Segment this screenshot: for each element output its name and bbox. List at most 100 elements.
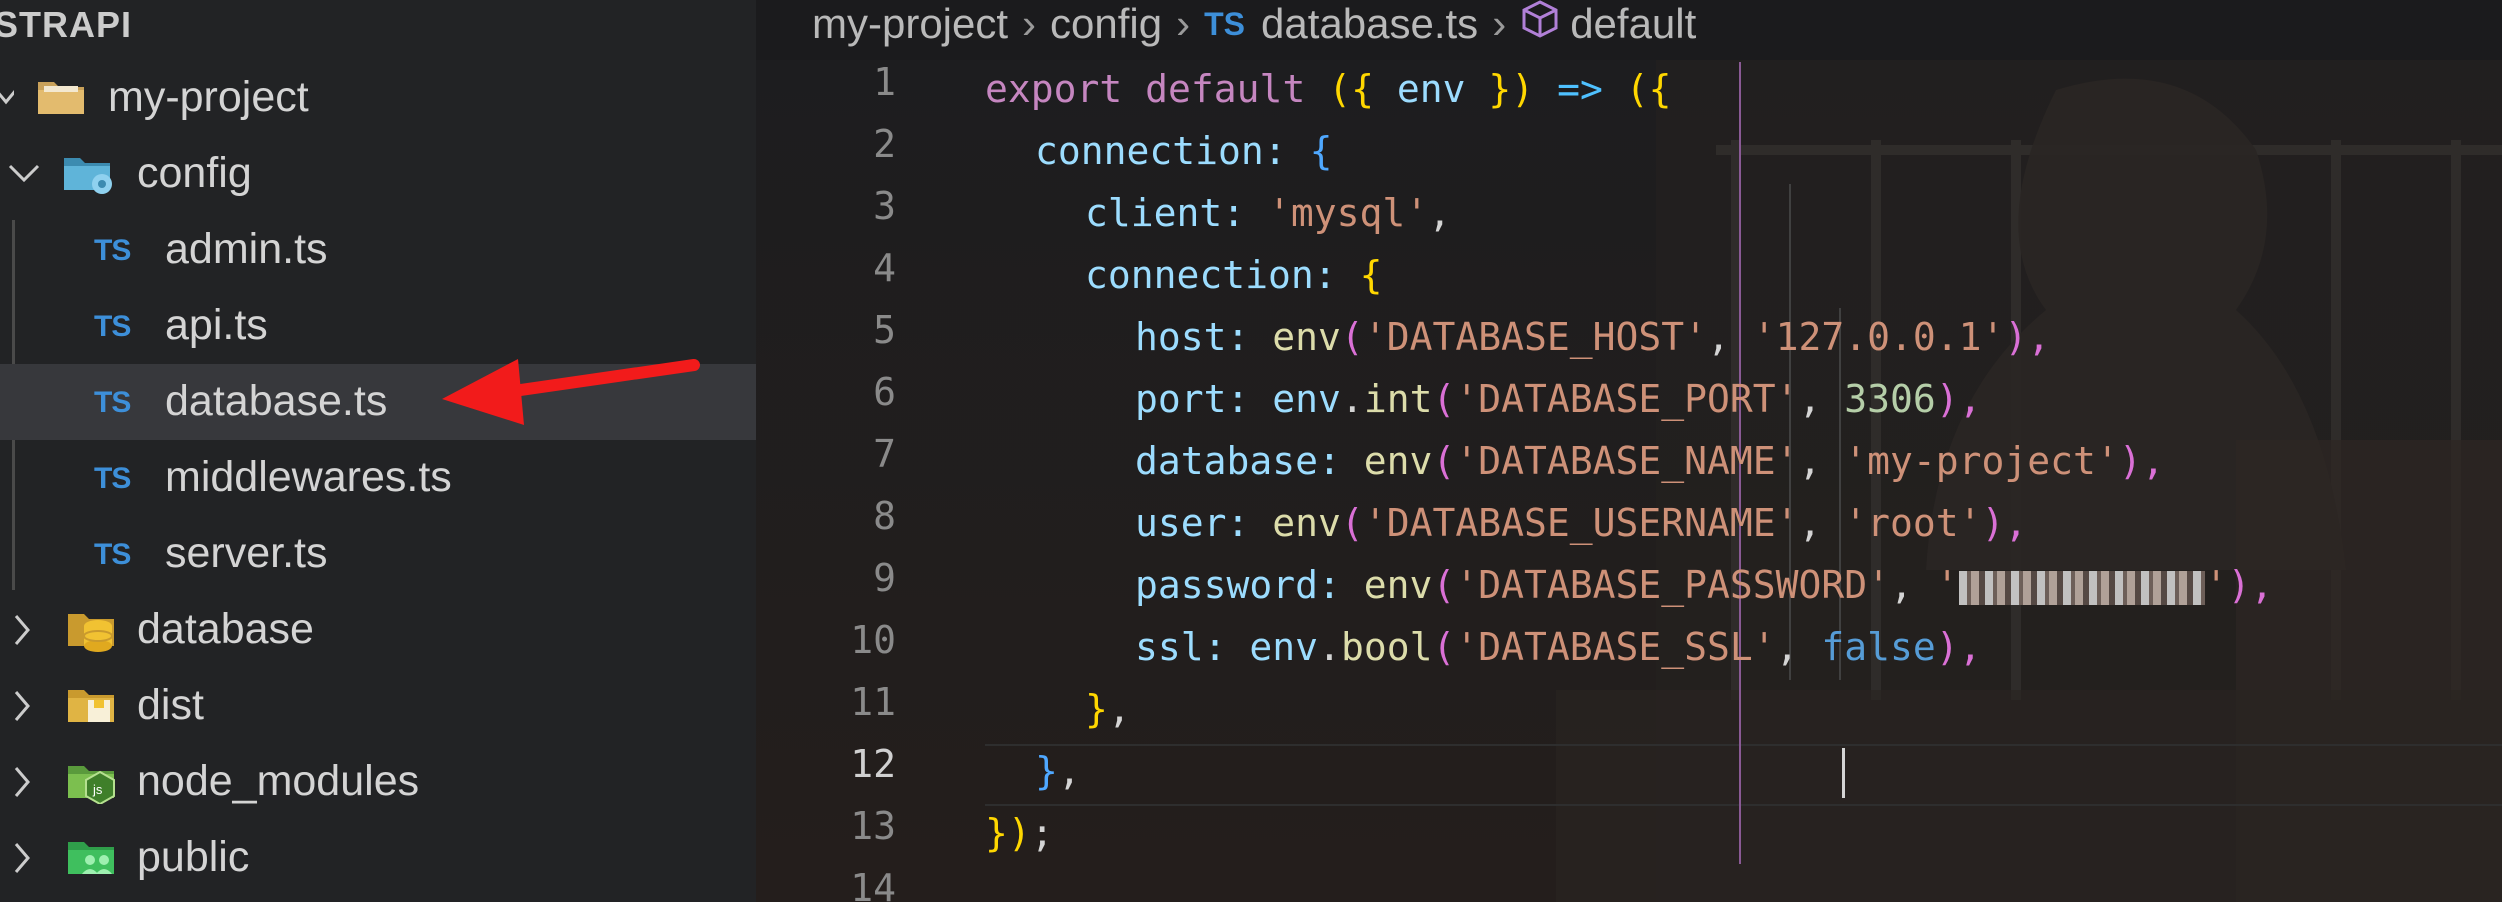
- line-number: 5: [873, 308, 896, 352]
- line-number: 7: [873, 432, 896, 476]
- number-literal: 3306: [1844, 377, 1936, 421]
- line-number: 2: [873, 122, 896, 166]
- function-call: env: [1363, 439, 1433, 483]
- punctuation: ,: [1428, 191, 1452, 235]
- string-literal: 'DATABASE_HOST': [1363, 315, 1707, 359]
- chevron-right-icon: [12, 842, 32, 874]
- tree-item-label: api.ts: [165, 301, 268, 349]
- punctuation: ,: [1798, 439, 1822, 483]
- tree-item-middlewares-ts[interactable]: TS middlewares.ts: [0, 440, 756, 516]
- folder-dist-icon: [66, 682, 118, 733]
- parameter: env: [1396, 67, 1466, 111]
- line-number: 4: [873, 246, 896, 290]
- property-key: ssl:: [1135, 625, 1227, 669]
- tree-item-server-ts[interactable]: TS server.ts: [0, 516, 756, 592]
- code-line[interactable]: client: 'mysql',: [1085, 182, 1451, 244]
- tree-item-node-modules[interactable]: js node_modules: [0, 744, 756, 820]
- chevron-right-icon: ›: [1022, 0, 1037, 47]
- code-line[interactable]: },: [1085, 678, 1131, 740]
- bracket: ),: [1935, 625, 1982, 669]
- bracket: (: [1340, 501, 1364, 545]
- breadcrumb-item-file[interactable]: database.ts: [1261, 0, 1478, 48]
- string-literal: 'DATABASE_NAME': [1455, 439, 1799, 483]
- string-quote: ': [2204, 563, 2228, 607]
- keyword: export: [985, 67, 1123, 111]
- bracket: (: [1340, 315, 1364, 359]
- chevron-down-icon: [0, 82, 14, 112]
- symbol-cube-icon: [1520, 0, 1560, 49]
- breadcrumb-item-project[interactable]: my-project: [812, 0, 1008, 48]
- folder-config-icon: [62, 150, 116, 201]
- bracket: ),: [1981, 501, 2028, 545]
- code-line[interactable]: });: [985, 802, 1054, 864]
- line-number: 8: [873, 494, 896, 538]
- typescript-icon: TS: [94, 234, 131, 267]
- code-line[interactable]: ssl: env.bool('DATABASE_SSL', false),: [1135, 616, 1982, 678]
- punctuation: ,: [1798, 377, 1822, 421]
- tree-item-label: public: [137, 833, 250, 881]
- bracket: ),: [1935, 377, 1982, 421]
- redacted-password: [1958, 570, 2205, 605]
- typescript-icon: TS: [1204, 5, 1246, 42]
- line-number-active: 12: [850, 742, 896, 786]
- file-explorer: STRAPI my-project config TS admin.ts TS …: [0, 0, 756, 902]
- bracket: (: [1432, 439, 1456, 483]
- line-number: 11: [850, 680, 896, 724]
- string-literal: 'mysql': [1268, 191, 1429, 235]
- tree-item-label: admin.ts: [165, 225, 328, 273]
- string-literal: 'root': [1844, 501, 1982, 545]
- string-literal: 'DATABASE_SSL': [1455, 625, 1776, 669]
- tree-item-label: node_modules: [137, 757, 420, 805]
- code-line[interactable]: connection: {: [1035, 120, 1332, 182]
- typescript-icon: TS: [94, 386, 131, 419]
- property-key: password:: [1135, 563, 1341, 607]
- chevron-right-icon: [12, 614, 32, 646]
- tree-item-dist[interactable]: dist: [0, 668, 756, 744]
- bracket: }): [985, 811, 1031, 855]
- tree-item-public[interactable]: public: [0, 820, 756, 896]
- object-ref: env: [1249, 625, 1319, 669]
- code-line[interactable]: host: env('DATABASE_HOST', '127.0.0.1'),: [1135, 306, 2050, 368]
- property-key: host:: [1135, 315, 1250, 359]
- punctuation: ;: [1030, 811, 1054, 855]
- breadcrumb-item-config[interactable]: config: [1050, 0, 1162, 48]
- object-ref: env: [1272, 377, 1341, 421]
- breadcrumb: my-project › config › TS database.ts › d…: [812, 0, 1696, 48]
- tree-item-api-ts[interactable]: TS api.ts: [0, 288, 756, 364]
- code-line[interactable]: port: env.int('DATABASE_PORT', 3306),: [1135, 368, 1982, 430]
- tree-item-admin-ts[interactable]: TS admin.ts: [0, 212, 756, 288]
- boolean-literal: false: [1821, 625, 1936, 669]
- code-line-active[interactable]: },: [1035, 740, 1081, 802]
- code-line[interactable]: connection: {: [1085, 244, 1382, 306]
- code-line[interactable]: database: env('DATABASE_NAME', 'my-proje…: [1135, 430, 2165, 492]
- tree-item-label: database.ts: [165, 377, 388, 425]
- code-line[interactable]: password: env('DATABASE_PASSWORD', ' '),: [1135, 554, 2273, 616]
- bracket: ({: [1328, 67, 1374, 111]
- typescript-icon: TS: [94, 462, 131, 495]
- text-cursor: [1842, 748, 1845, 798]
- code-editor[interactable]: my-project › config › TS database.ts › d…: [756, 0, 2502, 902]
- punctuation: ,: [1057, 749, 1081, 793]
- explorer-title: STRAPI: [0, 4, 133, 45]
- tree-item-config[interactable]: config: [0, 136, 756, 212]
- function-call: bool: [1340, 625, 1433, 669]
- code-line[interactable]: export default ({ env }) => ({: [985, 58, 1671, 120]
- arrow-operator: =>: [1557, 67, 1603, 111]
- bracket: }): [1488, 67, 1535, 111]
- tree-item-database[interactable]: database: [0, 592, 756, 668]
- typescript-icon: TS: [94, 310, 131, 343]
- tree-item-label: middlewares.ts: [165, 453, 452, 501]
- chevron-right-icon: [12, 766, 32, 798]
- line-number: 14: [850, 866, 896, 902]
- property-key: client:: [1085, 191, 1246, 235]
- code-line[interactable]: user: env('DATABASE_USERNAME', 'root'),: [1135, 492, 2027, 554]
- folder-public-icon: [66, 834, 120, 885]
- tree-item-my-project[interactable]: my-project: [0, 60, 756, 136]
- bracket: }: [1035, 749, 1058, 793]
- bracket: ),: [2118, 439, 2165, 483]
- breadcrumb-item-symbol[interactable]: default: [1570, 0, 1696, 48]
- string-literal: 'DATABASE_PASSWORD': [1455, 563, 1891, 607]
- string-literal: 'my-project': [1844, 439, 2119, 483]
- punctuation: .: [1318, 625, 1341, 669]
- tree-item-label: database: [137, 605, 314, 653]
